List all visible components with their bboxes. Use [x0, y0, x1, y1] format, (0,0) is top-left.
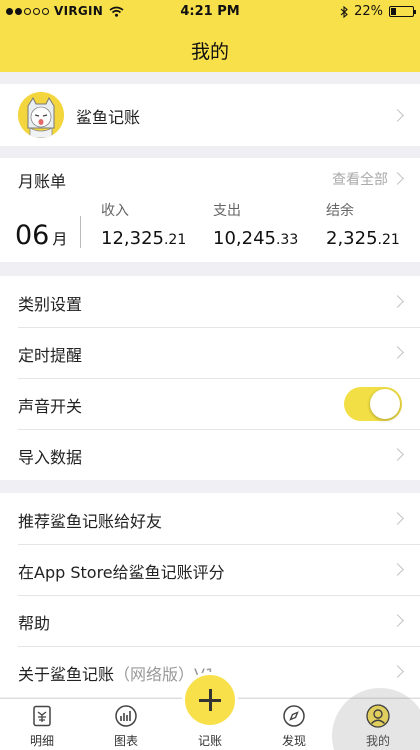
- tab-discover[interactable]: 发现: [252, 699, 336, 750]
- chevron-right-icon: [391, 563, 404, 576]
- settings-item-label: 定时提醒: [18, 346, 83, 365]
- balance-decimal: .21: [377, 232, 400, 248]
- balance-value: 2,325: [326, 228, 378, 249]
- expense-decimal: .33: [275, 232, 299, 248]
- settings-item-sound: 声音开关: [0, 378, 420, 429]
- chevron-right-icon: [391, 295, 404, 308]
- avatar[interactable]: [18, 92, 64, 138]
- more-list: 推荐鲨鱼记账给好友 在App Store给鲨鱼记账评分 帮助 关于鲨鱼记账（网络…: [0, 493, 420, 697]
- income-stat: 收入 12,325.21: [101, 200, 186, 249]
- month-display[interactable]: 06 月: [15, 220, 67, 251]
- expense-label: 支出: [213, 203, 241, 219]
- month-unit: 月: [52, 230, 68, 248]
- chevron-right-icon: [391, 614, 404, 627]
- tab-label: 图表: [113, 734, 138, 748]
- more-item-help[interactable]: 帮助: [0, 595, 420, 646]
- more-item-label: 关于鲨鱼记账（网络版）V1: [18, 661, 215, 685]
- settings-item-category[interactable]: 类别设置: [0, 276, 420, 327]
- tab-label: 明细: [29, 734, 54, 748]
- bluetooth-icon: [340, 5, 348, 18]
- settings-list: 类别设置 定时提醒 声音开关 导入数据: [0, 276, 420, 480]
- profile-row[interactable]: 鲨鱼记账: [0, 84, 420, 146]
- about-title: 关于鲨鱼记账: [18, 665, 115, 684]
- settings-item-label: 导入数据: [18, 448, 83, 467]
- tab-label: 记账: [197, 734, 222, 748]
- monthly-bill-title: 月账单: [18, 172, 67, 191]
- profile-name: 鲨鱼记账: [76, 108, 141, 127]
- month-number: 06: [15, 220, 50, 251]
- tab-label: 发现: [281, 734, 306, 748]
- chevron-right-icon: [391, 512, 404, 525]
- toggle-knob: [370, 389, 400, 419]
- divider: [80, 216, 81, 248]
- chevron-right-icon: [391, 109, 404, 122]
- chevron-right-icon[interactable]: [391, 172, 404, 185]
- more-item-label: 在App Store给鲨鱼记账评分: [18, 563, 225, 582]
- compass-icon: [283, 705, 305, 727]
- expense-value: 10,245: [213, 228, 276, 249]
- add-record-button[interactable]: [182, 672, 238, 728]
- more-item-rate[interactable]: 在App Store给鲨鱼记账评分: [0, 544, 420, 595]
- chevron-right-icon: [391, 346, 404, 359]
- income-decimal: .21: [163, 232, 187, 248]
- tab-charts[interactable]: 图表: [84, 699, 168, 750]
- settings-item-label: 声音开关: [18, 397, 83, 416]
- status-bar: VIRGIN 4:21 PM 22%: [0, 0, 420, 24]
- balance-stat: 结余 2,325.21: [326, 200, 400, 249]
- header-bar: VIRGIN 4:21 PM 22% 我的: [0, 0, 420, 72]
- chevron-right-icon: [391, 448, 404, 461]
- settings-item-reminder[interactable]: 定时提醒: [0, 327, 420, 378]
- more-item-label: 帮助: [18, 614, 51, 633]
- settings-item-import[interactable]: 导入数据: [0, 429, 420, 480]
- income-label: 收入: [101, 203, 129, 219]
- chevron-right-icon: [391, 665, 404, 678]
- receipt-icon: [33, 705, 51, 727]
- more-item-label: 推荐鲨鱼记账给好友: [18, 512, 163, 531]
- battery-icon: [389, 6, 416, 17]
- income-value: 12,325: [101, 228, 164, 249]
- view-all-link[interactable]: 查看全部: [332, 169, 388, 189]
- battery-percent: 22%: [354, 4, 383, 19]
- chart-icon: [115, 705, 137, 727]
- tab-details[interactable]: 明细: [0, 699, 84, 750]
- monthly-bill-card: 月账单 查看全部 06 月 收入 12,325.21 支出 10,245.33 结…: [0, 158, 420, 262]
- settings-item-label: 类别设置: [18, 295, 83, 314]
- expense-stat: 支出 10,245.33: [213, 200, 298, 249]
- balance-label: 结余: [326, 203, 354, 219]
- page-title: 我的: [190, 41, 229, 63]
- sound-toggle[interactable]: [344, 387, 402, 421]
- more-item-recommend[interactable]: 推荐鲨鱼记账给好友: [0, 493, 420, 544]
